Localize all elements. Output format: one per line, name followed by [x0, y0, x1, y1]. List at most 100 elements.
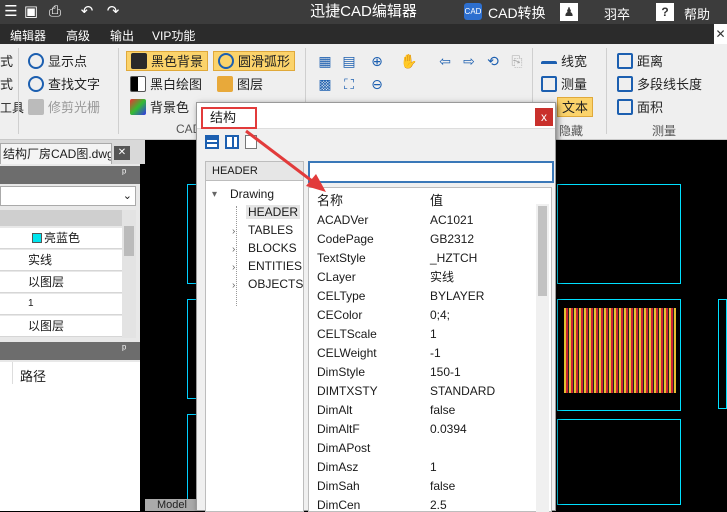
expand-arrow-icon[interactable]: ›	[232, 280, 235, 291]
columns-view-icon[interactable]	[225, 135, 239, 149]
expand-arrow-icon[interactable]: ›	[232, 226, 235, 237]
collapse-arrow-icon[interactable]: ▾	[212, 189, 217, 200]
find-text-button[interactable]: 查找文字	[28, 75, 100, 95]
property-value: AC1021	[430, 213, 474, 227]
export-icon[interactable]	[245, 135, 257, 149]
regen-icon[interactable]: ▦	[316, 52, 334, 70]
fit-icon[interactable]: ⛶	[340, 75, 358, 93]
scrollbar-thumb[interactable]	[538, 206, 547, 296]
table-row[interactable]: DimAPost	[309, 439, 537, 458]
expand-arrow-icon[interactable]: ›	[232, 262, 235, 273]
background-color-button[interactable]: 背景色	[130, 98, 189, 118]
menu-vip[interactable]: VIP功能	[152, 27, 195, 44]
menu-output[interactable]: 输出	[110, 27, 134, 44]
pin-icon[interactable]: ᵖ	[122, 343, 126, 355]
property-value: 2.5	[430, 498, 447, 512]
property-name: CEColor	[317, 308, 363, 322]
property-name: DimStyle	[317, 365, 366, 379]
back-arrow-icon[interactable]: ⇦	[436, 52, 454, 70]
tree-node-entities[interactable]: ENTITIES	[248, 259, 302, 273]
property-value: 0;4;	[430, 308, 451, 322]
properties-grid: 名称 值 ACADVer AC1021 CodePage GB2312 TextStyl…	[308, 187, 552, 512]
line-width-button[interactable]: 线宽	[541, 52, 587, 72]
menu-advanced[interactable]: 高级	[66, 27, 90, 44]
tree-node-objects[interactable]: OBJECTS	[248, 277, 303, 291]
black-background-button[interactable]: 黑色背景	[126, 51, 209, 71]
mirror-icon[interactable]: ⎘	[508, 52, 526, 70]
column-header-name[interactable]: 名称	[317, 190, 343, 209]
help-icon[interactable]: ?	[656, 3, 674, 21]
table-row[interactable]: CELWeight -1	[309, 344, 537, 363]
distance-icon	[617, 53, 633, 69]
user-icon[interactable]: ♟	[560, 3, 578, 21]
tree-node-header[interactable]: HEADER	[246, 205, 301, 219]
table-row[interactable]: DimSah false	[309, 477, 537, 496]
ribbon-cut-2[interactable]: 式	[0, 75, 13, 95]
table-row[interactable]: DimAltF 0.0394	[309, 420, 537, 439]
tile-icon[interactable]: ▩	[316, 75, 334, 93]
bw-drawing-button[interactable]: 黑白绘图	[130, 75, 202, 95]
panel-scrollbar[interactable]	[122, 210, 136, 338]
tree-node-drawing[interactable]: Drawing	[230, 187, 274, 201]
expand-arrow-icon[interactable]: ›	[232, 244, 235, 255]
property-row[interactable]: 实线	[0, 250, 122, 271]
text-button[interactable]: 文本	[557, 97, 594, 117]
category-dropdown[interactable]: ⌄	[0, 186, 136, 206]
table-row[interactable]: DIMTXSTY STANDARD	[309, 382, 537, 401]
property-row[interactable]: 以图层	[0, 316, 122, 337]
properties-panel: ᵖ ⌄ 亮蓝色 实线 以图层 1 以图层 ᵖ 路径	[0, 164, 140, 511]
property-value: _HZTCH	[430, 251, 478, 265]
property-row[interactable]: 以图层	[0, 272, 122, 293]
table-row[interactable]: CodePage GB2312	[309, 230, 537, 249]
rows-view-icon[interactable]	[205, 135, 219, 149]
forward-arrow-icon[interactable]: ⇨	[460, 52, 478, 70]
area-icon	[617, 99, 633, 115]
table-row[interactable]: DimAsz 1	[309, 458, 537, 477]
table-row[interactable]: CEColor 0;4;	[309, 306, 537, 325]
polyline-length-button[interactable]: 多段线长度	[617, 75, 702, 95]
help-button[interactable]: 帮助	[684, 4, 710, 23]
drawing-sheet	[557, 184, 681, 284]
search-input[interactable]	[308, 161, 554, 183]
table-row[interactable]: CELTScale 1	[309, 325, 537, 344]
table-row[interactable]: DimStyle 150-1	[309, 363, 537, 382]
rotate-icon[interactable]: ⟲	[484, 52, 502, 70]
menu-editor[interactable]: 编辑器	[10, 27, 46, 44]
dialog-close-icon[interactable]: x	[535, 108, 553, 126]
property-name: TextStyle	[317, 251, 366, 265]
file-tab-close-icon[interactable]: ✕	[114, 146, 130, 160]
distance-button[interactable]: 距离	[617, 52, 663, 72]
show-points-button[interactable]: 显示点	[28, 52, 87, 72]
pin-icon[interactable]: ᵖ	[122, 167, 126, 179]
tree-node-tables[interactable]: TABLES	[248, 223, 293, 237]
table-row[interactable]: DimAlt false	[309, 401, 537, 420]
measure-button[interactable]: 测量	[541, 75, 587, 95]
user-name[interactable]: 羽卒	[604, 4, 630, 23]
area-button[interactable]: 面积	[617, 98, 663, 118]
property-row[interactable]: 1	[0, 294, 122, 315]
scrollbar-thumb[interactable]	[124, 226, 134, 256]
layers-button[interactable]: 图层	[217, 75, 263, 95]
table-row[interactable]: DimCen 2.5	[309, 496, 537, 512]
close-icon[interactable]: ✕	[714, 24, 727, 44]
smooth-arc-icon	[218, 53, 234, 69]
zoom-in-icon[interactable]: ⊕	[368, 52, 386, 70]
column-header-value[interactable]: 值	[430, 190, 443, 209]
bw-drawing-icon	[130, 76, 146, 92]
ribbon-cut-1[interactable]: 式	[0, 52, 13, 72]
smooth-arc-button[interactable]: 圆滑弧形	[213, 51, 296, 71]
table-row[interactable]: ACADVer AC1021	[309, 211, 537, 230]
table-row[interactable]: TextStyle _HZTCH	[309, 249, 537, 268]
pan-icon[interactable]: ✋	[400, 52, 418, 70]
cad-convert-button[interactable]: CAD转换	[488, 3, 546, 23]
file-tab[interactable]: 结构厂房CAD图.dwg	[0, 143, 112, 164]
trim-raster-button[interactable]: 修剪光栅	[28, 98, 100, 118]
table-row[interactable]: CLayer 实线	[309, 268, 537, 287]
property-row[interactable]: 亮蓝色	[0, 228, 122, 249]
grid-scrollbar[interactable]	[536, 204, 549, 512]
table-row[interactable]: CELType BYLAYER	[309, 287, 537, 306]
model-tab[interactable]: Model	[145, 499, 199, 511]
zoom-out-icon[interactable]: ⊖	[368, 75, 386, 93]
layout-icon[interactable]: ▤	[340, 52, 358, 70]
tree-node-blocks[interactable]: BLOCKS	[248, 241, 297, 255]
